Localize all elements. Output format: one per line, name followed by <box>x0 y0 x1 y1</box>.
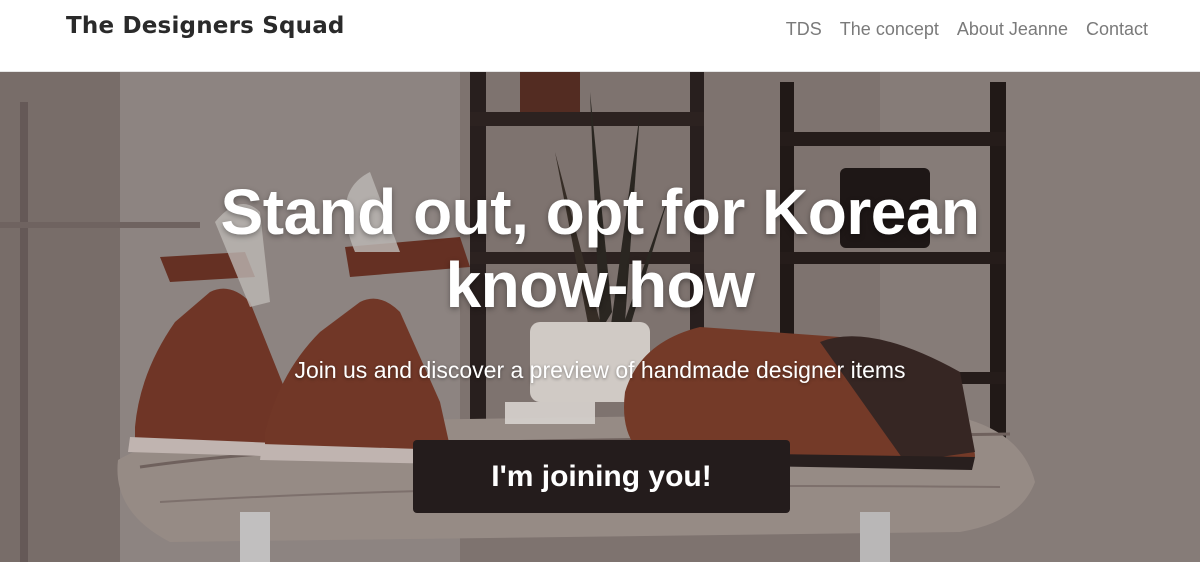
nav-link-about-jeanne[interactable]: About Jeanne <box>957 19 1068 40</box>
nav-link-tds[interactable]: TDS <box>786 19 822 40</box>
join-cta-button[interactable]: I'm joining you! <box>413 440 790 513</box>
nav-link-the-concept[interactable]: The concept <box>840 19 939 40</box>
hero-subtitle: Join us and discover a preview of handma… <box>294 357 906 383</box>
main-nav: TDS The concept About Jeanne Contact <box>786 19 1148 40</box>
nav-link-contact[interactable]: Contact <box>1086 19 1148 40</box>
hero-heading-line-1: Stand out, opt for Korean <box>220 176 981 248</box>
brand-logo-link[interactable]: The Designers Squad <box>66 13 345 39</box>
hero-section: Stand out, opt for Korean know-how Join … <box>0 72 1200 562</box>
top-navbar: The Designers Squad TDS The concept Abou… <box>0 0 1200 72</box>
hero-heading-line-2: know-how <box>445 249 755 321</box>
hero-heading: Stand out, opt for Korean know-how <box>0 176 1200 322</box>
